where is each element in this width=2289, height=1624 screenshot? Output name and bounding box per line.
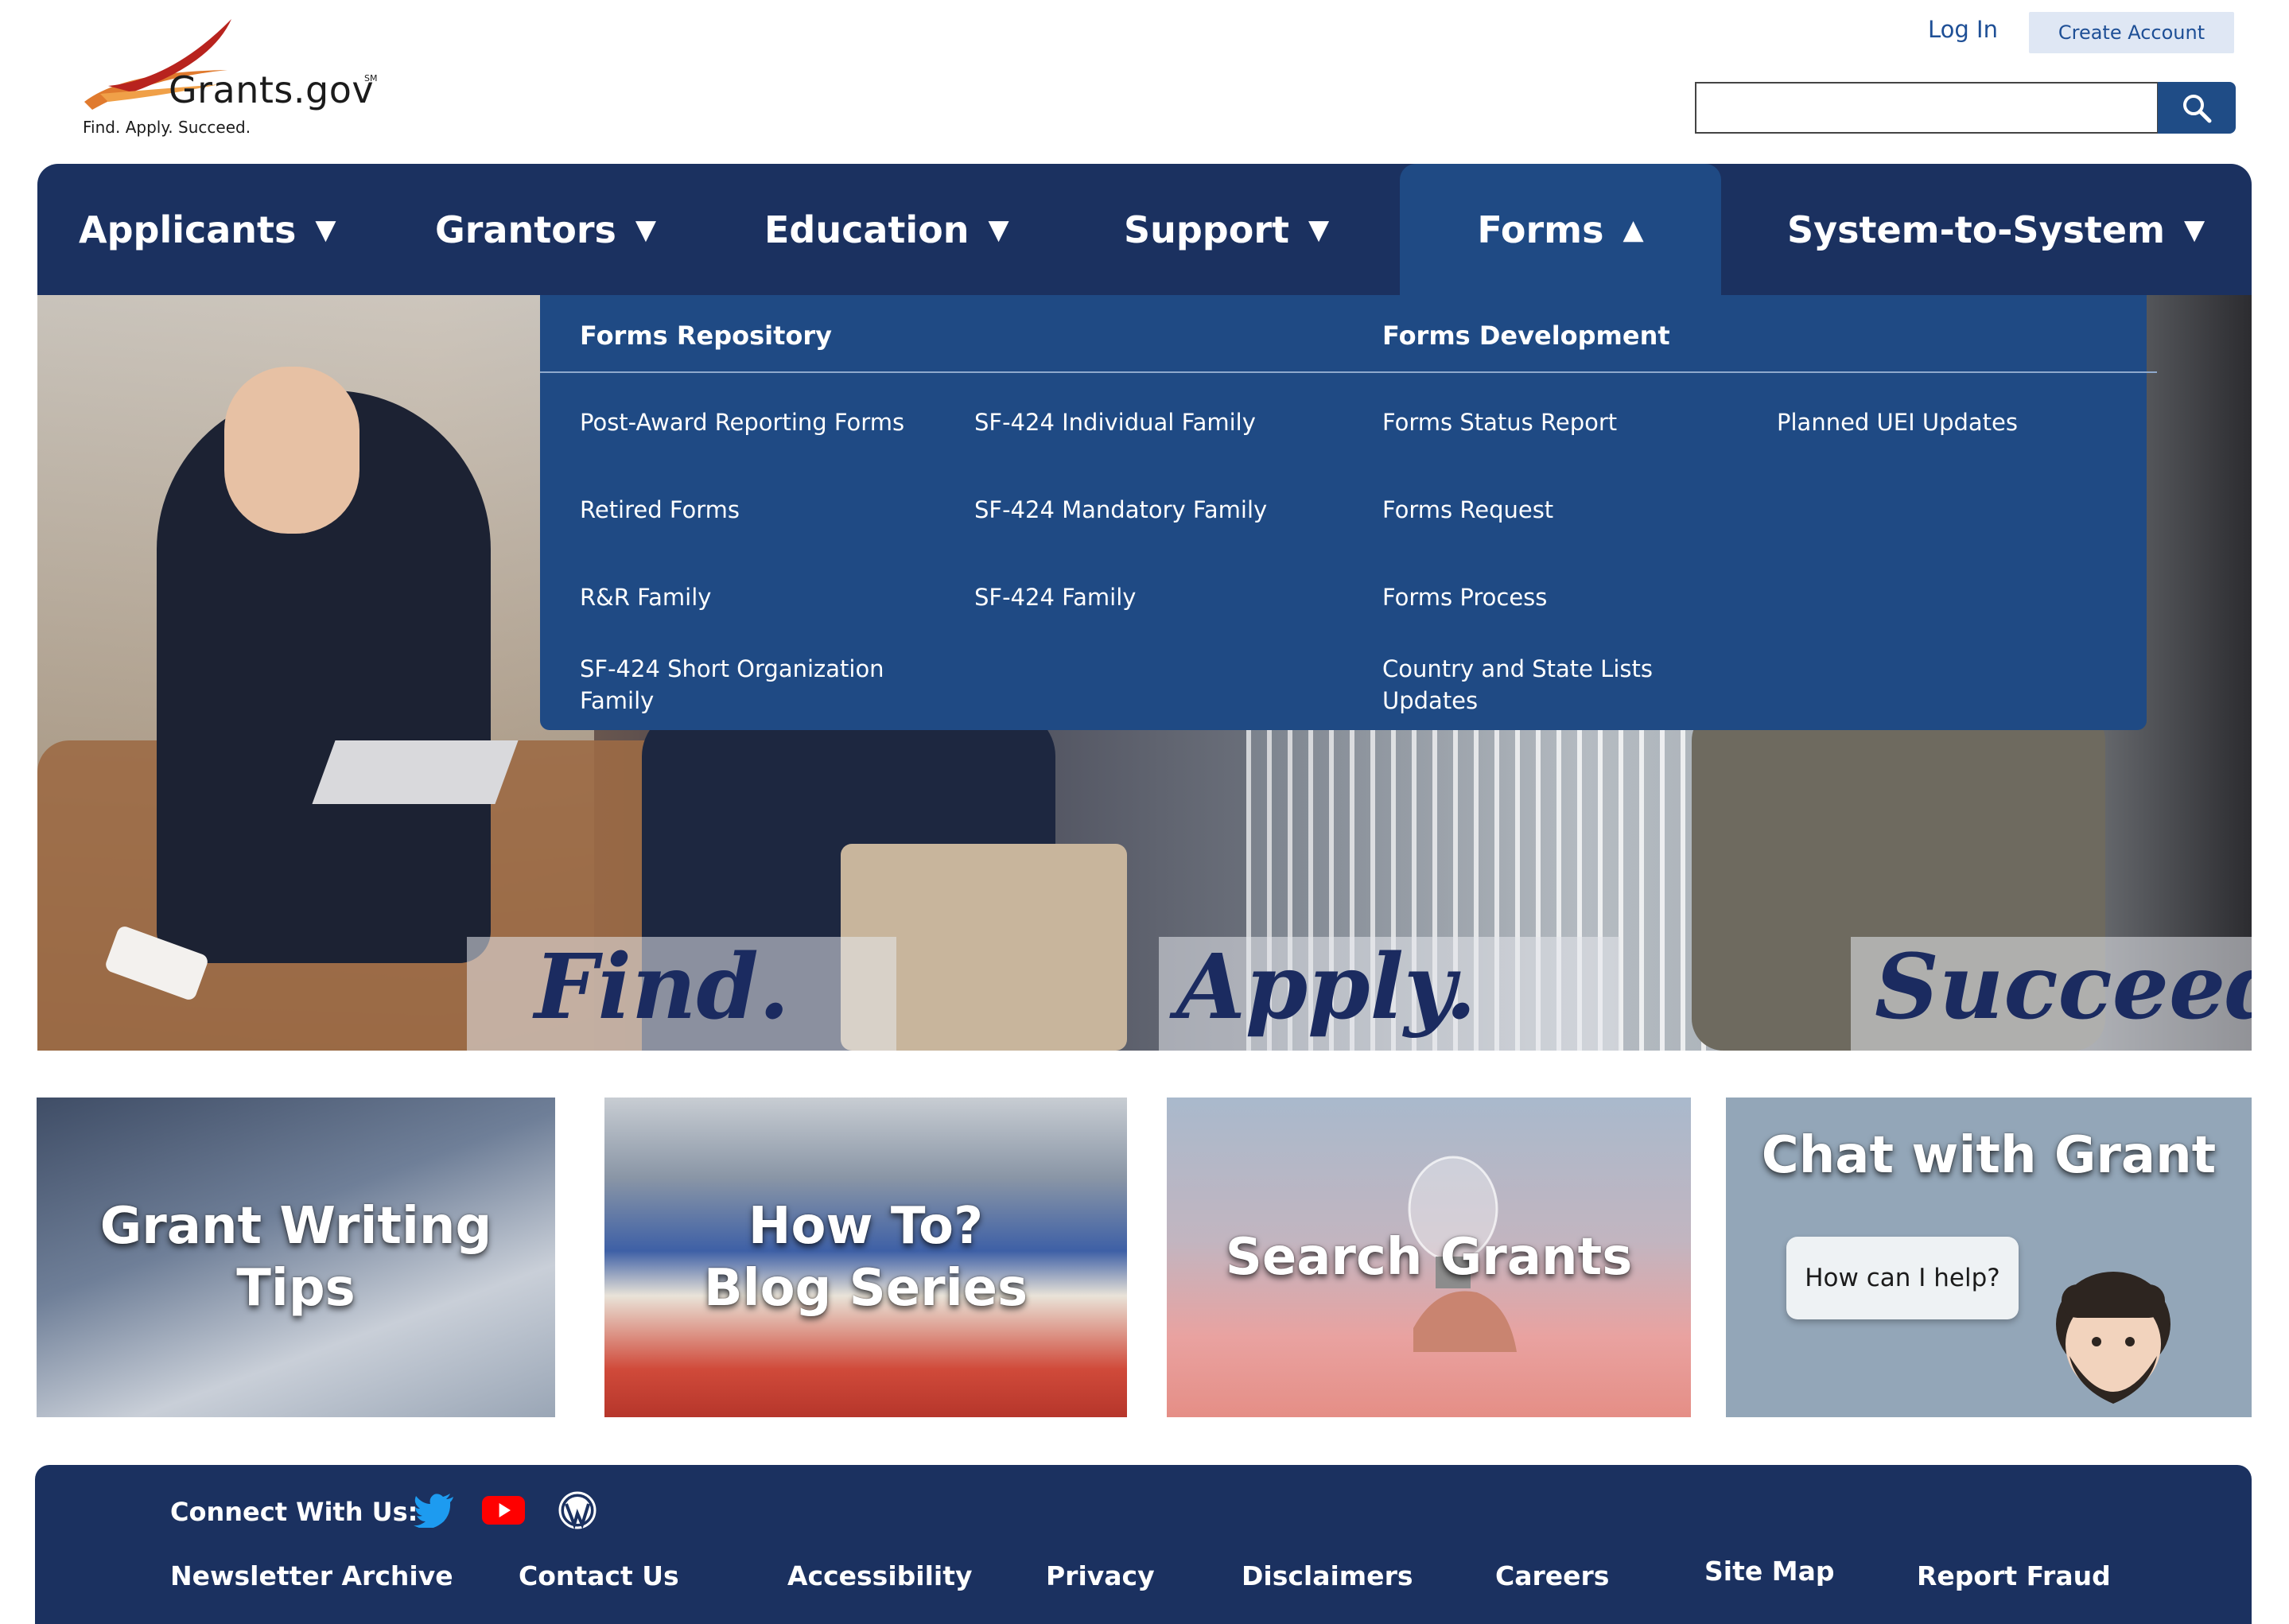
menu-item-planned-uei-updates[interactable]: Planned UEI Updates: [1777, 406, 2018, 438]
menu-item-forms-process[interactable]: Forms Process: [1382, 581, 1547, 613]
logo-service-mark: SM: [364, 73, 378, 84]
nav-label: Forms: [1477, 208, 1604, 251]
nav-label: Education: [764, 208, 970, 251]
search-button[interactable]: [2158, 82, 2236, 134]
wordpress-link[interactable]: [556, 1489, 599, 1532]
footer-link-contact-us[interactable]: Contact Us: [519, 1560, 679, 1591]
forms-development-heading[interactable]: Forms Development: [1382, 321, 1670, 351]
main-nav: Applicants ▼ Grantors ▼ Education ▼ Supp…: [37, 164, 2252, 295]
menu-item-forms-request[interactable]: Forms Request: [1382, 494, 1553, 526]
menu-item-sf424-individual[interactable]: SF-424 Individual Family: [974, 406, 1256, 438]
chevron-up-icon: ▲: [1623, 213, 1644, 246]
hero-laptop: [312, 740, 519, 804]
dropdown-divider: [540, 371, 2157, 373]
chevron-down-icon: ▼: [1308, 213, 1330, 246]
search-input[interactable]: [1695, 82, 2159, 134]
footer-link-report-fraud[interactable]: Report Fraud: [1917, 1560, 2111, 1591]
card-search-grants[interactable]: Search Grants: [1167, 1098, 1691, 1417]
chevron-down-icon: ▼: [988, 213, 1009, 246]
card-title-line: Blog Series: [703, 1259, 1028, 1318]
hero-find-text: Find.: [534, 935, 790, 1039]
menu-item-forms-status-report[interactable]: Forms Status Report: [1382, 406, 1617, 438]
card-title: Search Grants: [1226, 1226, 1633, 1288]
wordpress-icon: [558, 1491, 597, 1529]
card-title-line: How To?: [748, 1197, 984, 1256]
nav-forms[interactable]: Forms ▲: [1400, 164, 1721, 295]
chevron-down-icon: ▼: [635, 213, 657, 246]
hero-apply-text: Apply.: [1176, 935, 1477, 1039]
hero-person-face: [224, 367, 359, 534]
search-icon: [2183, 94, 2212, 122]
footer-link-accessibility[interactable]: Accessibility: [787, 1560, 972, 1591]
nav-label: Grantors: [435, 208, 616, 251]
menu-item-sf424-mandatory[interactable]: SF-424 Mandatory Family: [974, 494, 1267, 526]
menu-item-post-award-reporting[interactable]: Post-Award Reporting Forms: [580, 406, 904, 438]
chevron-down-icon: ▼: [2184, 213, 2205, 246]
menu-item-country-state-lists[interactable]: Country and State Lists Updates: [1382, 653, 1685, 717]
menu-item-sf424-short-org[interactable]: SF-424 Short Organization Family: [580, 653, 930, 717]
footer-link-privacy[interactable]: Privacy: [1046, 1560, 1155, 1591]
card-title: Chat with Grant: [1762, 1125, 2217, 1187]
youtube-link[interactable]: [482, 1489, 525, 1532]
nav-system-to-system[interactable]: System-to-System ▼: [1787, 164, 2205, 295]
nav-support[interactable]: Support ▼: [1124, 164, 1329, 295]
card-title-line: Tips: [236, 1259, 356, 1318]
card-title-line: Grant Writing: [99, 1197, 492, 1256]
logo-tagline: Find. Apply. Succeed.: [83, 118, 251, 137]
logo-wordmark: Grants.gov: [169, 68, 375, 111]
site-footer: Connect With Us: Newsletter Archive Cont…: [35, 1465, 2252, 1624]
hero-succeed-text: Succeed.: [1875, 935, 2252, 1039]
card-title: How To? Blog Series: [704, 1195, 1028, 1319]
menu-item-rr-family[interactable]: R&R Family: [580, 581, 711, 613]
twitter-link[interactable]: [413, 1489, 456, 1532]
nav-label: Applicants: [79, 208, 297, 251]
footer-link-site-map[interactable]: Site Map: [1704, 1556, 1834, 1587]
card-how-to-blog-series[interactable]: How To? Blog Series: [604, 1098, 1127, 1417]
card-grant-writing-tips[interactable]: Grant Writing Tips: [37, 1098, 555, 1417]
card-chat-with-grant[interactable]: Chat with Grant How can I help?: [1726, 1098, 2252, 1417]
menu-item-retired-forms[interactable]: Retired Forms: [580, 494, 740, 526]
chatbot-avatar-icon: [2056, 1272, 2170, 1404]
twitter-icon: [414, 1494, 453, 1528]
log-in-link[interactable]: Log In: [1928, 16, 1998, 43]
card-title-line: Search Grants: [1225, 1228, 1633, 1287]
menu-item-sf424-family[interactable]: SF-424 Family: [974, 581, 1136, 613]
forms-repository-heading[interactable]: Forms Repository: [580, 321, 832, 351]
card-title: Grant Writing Tips: [100, 1195, 492, 1319]
nav-education[interactable]: Education ▼: [764, 164, 1009, 295]
footer-link-careers[interactable]: Careers: [1495, 1560, 1609, 1591]
nav-grantors[interactable]: Grantors ▼: [435, 164, 656, 295]
create-account-button[interactable]: Create Account: [2029, 12, 2234, 53]
nav-label: Support: [1124, 208, 1290, 251]
connect-with-us-label: Connect With Us:: [170, 1497, 418, 1527]
forms-dropdown-menu: Forms Repository Forms Development Post-…: [540, 295, 2157, 730]
site-header: Grants.gov SM Find. Apply. Succeed. Log …: [0, 0, 2289, 163]
footer-link-newsletter-archive[interactable]: Newsletter Archive: [170, 1560, 453, 1591]
nav-label: System-to-System: [1787, 208, 2166, 251]
footer-link-disclaimers[interactable]: Disclaimers: [1242, 1560, 1413, 1591]
card-title-line: Chat with Grant: [1761, 1126, 2217, 1185]
youtube-icon: [482, 1496, 525, 1525]
chat-bubble[interactable]: How can I help?: [1786, 1237, 2019, 1319]
nav-applicants[interactable]: Applicants ▼: [79, 164, 336, 295]
chevron-down-icon: ▼: [315, 213, 336, 246]
grants-gov-logo[interactable]: Grants.gov SM Find. Apply. Succeed.: [76, 16, 410, 143]
